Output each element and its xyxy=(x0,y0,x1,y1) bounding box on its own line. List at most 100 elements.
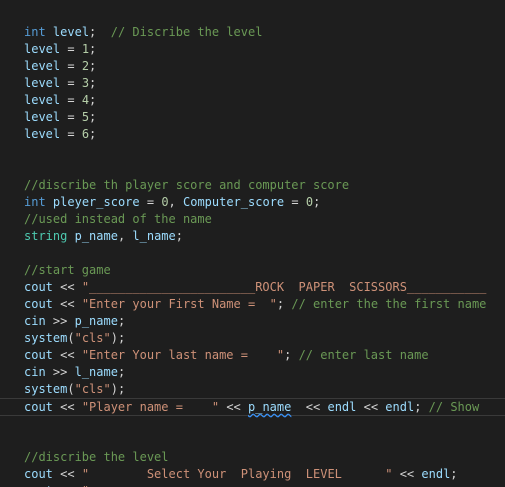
code-line[interactable]: cout << "_______________________ROCK PAP… xyxy=(0,279,505,296)
code-token: ; xyxy=(450,467,458,481)
code-token: ( xyxy=(67,382,75,396)
code-token: 2 xyxy=(81,59,90,73)
code-token: ; xyxy=(414,400,429,414)
code-token: cin xyxy=(24,365,46,379)
code-line[interactable]: level = 5; xyxy=(0,109,505,126)
code-token: << xyxy=(52,280,82,294)
code-token: string xyxy=(24,229,68,243)
code-token: >> xyxy=(45,365,75,379)
code-line[interactable]: level = 1; xyxy=(0,41,505,58)
code-token: << xyxy=(219,400,248,414)
code-token: // Show xyxy=(428,400,480,414)
code-token: //start game xyxy=(24,263,111,277)
code-token: ); xyxy=(110,382,126,396)
code-token: level xyxy=(24,127,61,141)
code-token: level xyxy=(24,59,61,73)
code-token: << xyxy=(52,400,82,414)
code-token: = xyxy=(60,110,82,124)
code-token: ; xyxy=(89,93,97,107)
code-token: endl xyxy=(327,400,357,414)
code-line[interactable] xyxy=(0,432,505,449)
code-token: ( xyxy=(67,331,75,345)
code-line[interactable]: //discribe th player score and computer … xyxy=(0,177,505,194)
code-token: "Player name = " xyxy=(81,400,220,414)
code-token: = xyxy=(60,59,82,73)
code-line[interactable]: level = 6; xyxy=(0,126,505,143)
code-token: 0 xyxy=(161,195,169,209)
code-token: // enter the the first name xyxy=(291,297,487,311)
code-token: ; xyxy=(89,127,97,141)
code-line[interactable] xyxy=(0,245,505,262)
code-token: level xyxy=(24,76,61,90)
code-token: ; xyxy=(89,59,97,73)
code-token: ; xyxy=(313,195,321,209)
code-line[interactable]: cout << " Select Your Playing LEVEL " <<… xyxy=(0,466,505,483)
code-token: cout xyxy=(24,348,53,362)
code-token: ; xyxy=(117,314,126,328)
code-editor[interactable]: int level; // Discribe the level level = … xyxy=(0,0,505,487)
code-line[interactable] xyxy=(0,143,505,160)
code-token: ; xyxy=(284,348,299,362)
code-line[interactable]: cout << "Enter your First Name = "; // e… xyxy=(0,296,505,313)
code-token: cout xyxy=(24,297,53,311)
code-token: system xyxy=(24,331,68,345)
code-line[interactable]: //discribe the level xyxy=(0,449,505,466)
code-token: // Discribe the level xyxy=(110,25,263,39)
code-line[interactable]: level = 2; xyxy=(0,58,505,75)
code-line[interactable]: cin >> l_name; xyxy=(0,364,505,381)
code-token: 1 xyxy=(81,42,90,56)
code-line[interactable]: system("cls"); xyxy=(0,381,505,398)
code-token: ; xyxy=(117,365,126,379)
code-line[interactable] xyxy=(0,160,505,177)
code-line[interactable]: cin >> p_name; xyxy=(0,313,505,330)
code-token: >> xyxy=(45,314,75,328)
code-line[interactable]: level = 3; xyxy=(0,75,505,92)
code-token: cin xyxy=(24,314,46,328)
code-line[interactable]: cout << "Enter Your last name = "; // en… xyxy=(0,347,505,364)
code-line[interactable]: //start game xyxy=(0,262,505,279)
code-token: //used instead of the name xyxy=(24,212,212,226)
code-line[interactable] xyxy=(0,415,505,432)
code-token: cout xyxy=(24,400,53,414)
code-token: << xyxy=(52,297,82,311)
code-token: "cls" xyxy=(74,331,111,345)
code-token: pleyer_score xyxy=(52,195,140,209)
code-line[interactable]: //used instead of the name xyxy=(0,211,505,228)
code-line[interactable]: system("cls"); xyxy=(0,330,505,347)
code-token: level xyxy=(24,93,61,107)
code-line[interactable]: int pleyer_score = 0, Computer_score = 0… xyxy=(0,194,505,211)
code-token: , xyxy=(117,229,133,243)
code-line[interactable]: int level; // Discribe the level xyxy=(0,24,505,41)
code-token: " Select Your Playing LEVEL " xyxy=(81,467,393,481)
code-token: cout xyxy=(24,467,53,481)
code-token: 3 xyxy=(81,76,90,90)
code-token: = xyxy=(60,42,82,56)
code-token: endl xyxy=(421,467,451,481)
code-token: p_name xyxy=(74,229,118,243)
code-token: 0 xyxy=(305,195,314,209)
code-line[interactable]: level = 4; xyxy=(0,92,505,109)
code-token: "cls" xyxy=(74,382,111,396)
code-token: "Enter your First Name = " xyxy=(81,297,277,311)
code-token: level xyxy=(52,25,90,39)
code-line[interactable]: cout << " xyxy=(0,483,505,487)
code-token: = xyxy=(60,127,82,141)
code-line[interactable]: string p_name, l_name; xyxy=(0,228,505,245)
code-token: level xyxy=(24,42,61,56)
code-token: level xyxy=(24,110,61,124)
code-token: ; xyxy=(276,297,292,311)
code-token: // enter last name xyxy=(298,348,429,362)
code-token: l_name xyxy=(132,229,176,243)
code-token: ; xyxy=(89,110,97,124)
code-token: 5 xyxy=(81,110,90,124)
code-token: cout xyxy=(24,280,53,294)
code-token: << xyxy=(291,400,328,414)
code-token: 4 xyxy=(81,93,90,107)
code-token: = xyxy=(284,195,306,209)
code-token: , xyxy=(168,195,183,209)
code-token: "Enter Your last name = " xyxy=(81,348,285,362)
code-line-current[interactable]: cout << "Player name = " << p_name << en… xyxy=(0,398,505,416)
code-token: = xyxy=(60,76,82,90)
